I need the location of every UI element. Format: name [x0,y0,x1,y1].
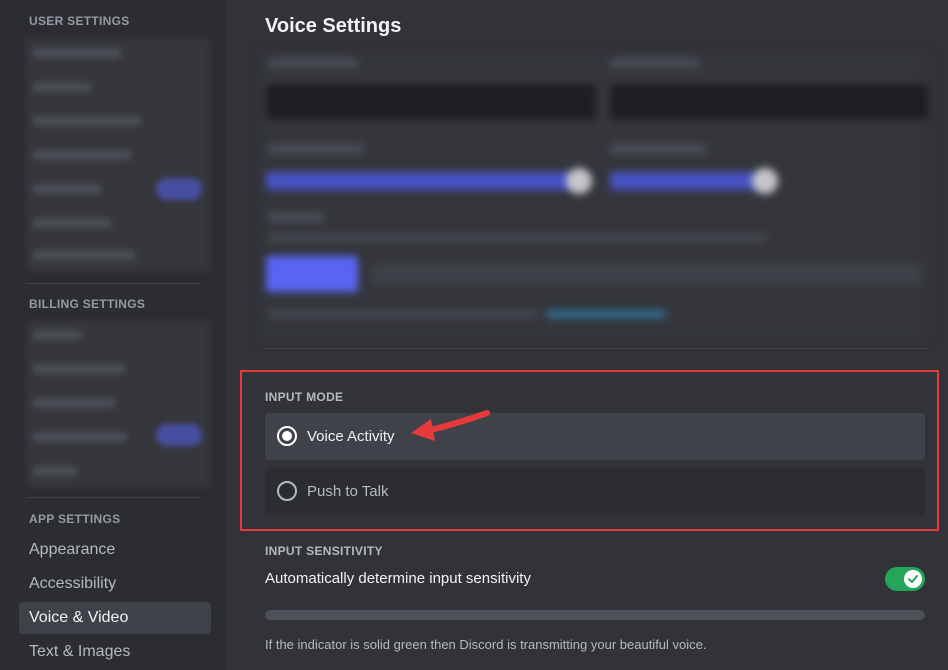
user-settings-header: USER SETTINGS [29,14,130,28]
sidebar-item-text-images[interactable]: Text & Images [19,636,211,668]
input-mode-label: INPUT MODE [265,390,344,404]
sidebar-divider [26,497,200,498]
page-title: Voice Settings [265,15,402,37]
sensitivity-meter [265,610,925,620]
section-divider [265,348,928,349]
voice-settings-panel: Voice Settings INPUT MODE Voice Activity… [225,0,948,670]
settings-sidebar: USER SETTINGS BILLING SETTINGS APP SETTI… [0,0,225,670]
sidebar-item-accessibility[interactable]: Accessibility [19,568,211,600]
radio-unselected-icon [277,481,297,501]
auto-sensitivity-label: Automatically determine input sensitivit… [265,570,531,587]
auto-sensitivity-toggle[interactable] [885,567,925,591]
red-arrow-icon [411,410,490,441]
app-settings-header: APP SETTINGS [29,512,121,526]
billing-settings-list-blurred [26,320,210,488]
device-settings-blurred [260,52,928,340]
radio-label: Push to Talk [307,483,389,500]
radio-voice-activity[interactable]: Voice Activity [265,413,925,460]
toggle-knob [904,570,922,588]
sensitivity-helper-text: If the indicator is solid green then Dis… [265,637,707,652]
radio-selected-icon [277,426,297,446]
sidebar-item-voice-video[interactable]: Voice & Video [19,602,211,634]
radio-push-to-talk[interactable]: Push to Talk [265,468,925,515]
sidebar-item-appearance[interactable]: Appearance [19,534,211,566]
sidebar-divider [26,283,200,284]
checkmark-icon [908,575,918,583]
billing-settings-header: BILLING SETTINGS [29,297,146,311]
user-settings-list-blurred [26,38,210,272]
radio-label: Voice Activity [307,428,395,445]
input-sensitivity-label: INPUT SENSITIVITY [265,544,383,558]
